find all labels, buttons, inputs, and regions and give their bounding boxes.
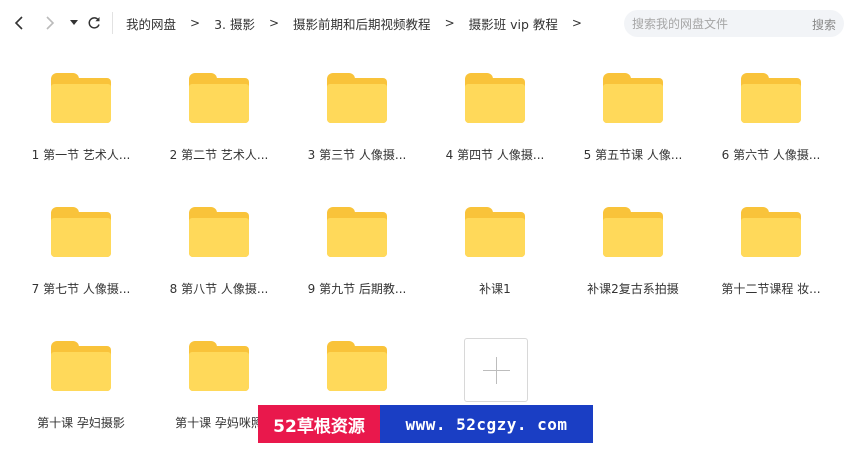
folder-icon [327,207,387,257]
folder-name: 6 第六节 人像摄... [721,148,821,162]
folder-item[interactable]: 3 第三节 人像摄... [288,73,426,193]
folder-item[interactable]: 补课2复古系拍摄 [564,207,702,327]
folder-icon [741,73,801,123]
folder-item[interactable]: 4 第四节 人像摄... [426,73,564,193]
search-button[interactable]: 搜索 [812,16,836,33]
folder-name: 9 第九节 后期教... [307,282,407,296]
folder-front-shape [189,84,249,123]
folder-name: 第十课 孕妇摄影 [37,416,125,430]
folder-front-shape [51,218,111,257]
watermark-logo: 52草根资源 [258,405,380,443]
folder-name: 第十二节课程 妆... [721,282,821,296]
folder-front-shape [51,352,111,391]
folder-item[interactable]: 6 第六节 人像摄... [702,73,840,193]
chevron-right-icon [46,16,55,30]
breadcrumb: 我的网盘 > 3. 摄影 > 摄影前期和后期视频教程 > 摄影班 vip 教程 … [120,14,590,32]
folder-name: 4 第四节 人像摄... [445,148,545,162]
breadcrumb-separator: > [571,16,582,30]
forward-button[interactable] [40,13,60,33]
folder-item[interactable]: 1 第一节 艺术人... [12,73,150,193]
folder-icon [189,207,249,257]
breadcrumb-separator: > [268,16,280,30]
add-folder-button[interactable] [464,338,528,402]
folder-icon [189,341,249,391]
search-input[interactable] [630,15,804,32]
folder-item[interactable] [288,341,426,461]
folder-front-shape [603,84,663,123]
folder-name: 补课1 [479,282,511,296]
folder-front-shape [189,218,249,257]
watermark-url: www. 52cgzy. com [380,405,593,443]
folder-icon [465,73,525,123]
plus-icon-vertical [496,357,497,384]
folder-front-shape [51,84,111,123]
folder-front-shape [189,352,249,391]
refresh-icon [88,17,100,29]
folder-item[interactable]: 第十课 孕妈咪照 [150,341,288,461]
folder-name: 5 第五节课 人像... [583,148,683,162]
folder-name: 3 第三节 人像摄... [307,148,407,162]
folder-name: 7 第七节 人像摄... [31,282,131,296]
back-button[interactable] [10,13,30,33]
folder-name: 2 第二节 艺术人... [169,148,269,162]
folder-item[interactable]: 5 第五节课 人像... [564,73,702,193]
folder-icon [327,73,387,123]
caret-down-icon [70,20,78,25]
folder-front-shape [741,218,801,257]
folder-item[interactable]: 8 第八节 人像摄... [150,207,288,327]
breadcrumb-separator: > [190,16,201,30]
folder-name: 补课2复古系拍摄 [587,282,679,296]
folder-front-shape [327,352,387,391]
folder-name: 1 第一节 艺术人... [31,148,131,162]
toolbar: 我的网盘 > 3. 摄影 > 摄影前期和后期视频教程 > 摄影班 vip 教程 … [0,0,852,46]
folder-item[interactable]: 9 第九节 后期教... [288,207,426,327]
chevron-left-icon [14,16,23,30]
folder-icon [51,207,111,257]
folder-front-shape [327,84,387,123]
folder-front-shape [327,218,387,257]
breadcrumb-separator: > [444,16,455,30]
breadcrumb-item-vip-course[interactable]: 摄影班 vip 教程 [463,14,564,33]
folder-item[interactable]: 第十二节课程 妆... [702,207,840,327]
folder-icon [603,73,663,123]
breadcrumb-item-video-tutorials[interactable]: 摄影前期和后期视频教程 [287,14,437,33]
folder-front-shape [741,84,801,123]
search-box: 搜索 [624,10,844,37]
folder-icon [603,207,663,257]
folder-name: 8 第八节 人像摄... [169,282,269,296]
refresh-button[interactable] [84,13,104,33]
folder-icon [51,341,111,391]
folder-item[interactable]: 第十课 孕妇摄影 [12,341,150,461]
folder-item[interactable]: 2 第二节 艺术人... [150,73,288,193]
folder-item[interactable]: 7 第七节 人像摄... [12,207,150,327]
breadcrumb-item-root[interactable]: 我的网盘 [120,14,182,33]
history-dropdown-button[interactable] [64,13,84,33]
folder-icon [465,207,525,257]
breadcrumb-item-photography[interactable]: 3. 摄影 [208,14,261,33]
folder-icon [327,341,387,391]
folder-item[interactable]: 补课1 [426,207,564,327]
folder-front-shape [465,84,525,123]
toolbar-divider [112,12,113,34]
folder-front-shape [465,218,525,257]
folder-icon [51,73,111,123]
folder-front-shape [603,218,663,257]
folder-icon [741,207,801,257]
folder-icon [189,73,249,123]
